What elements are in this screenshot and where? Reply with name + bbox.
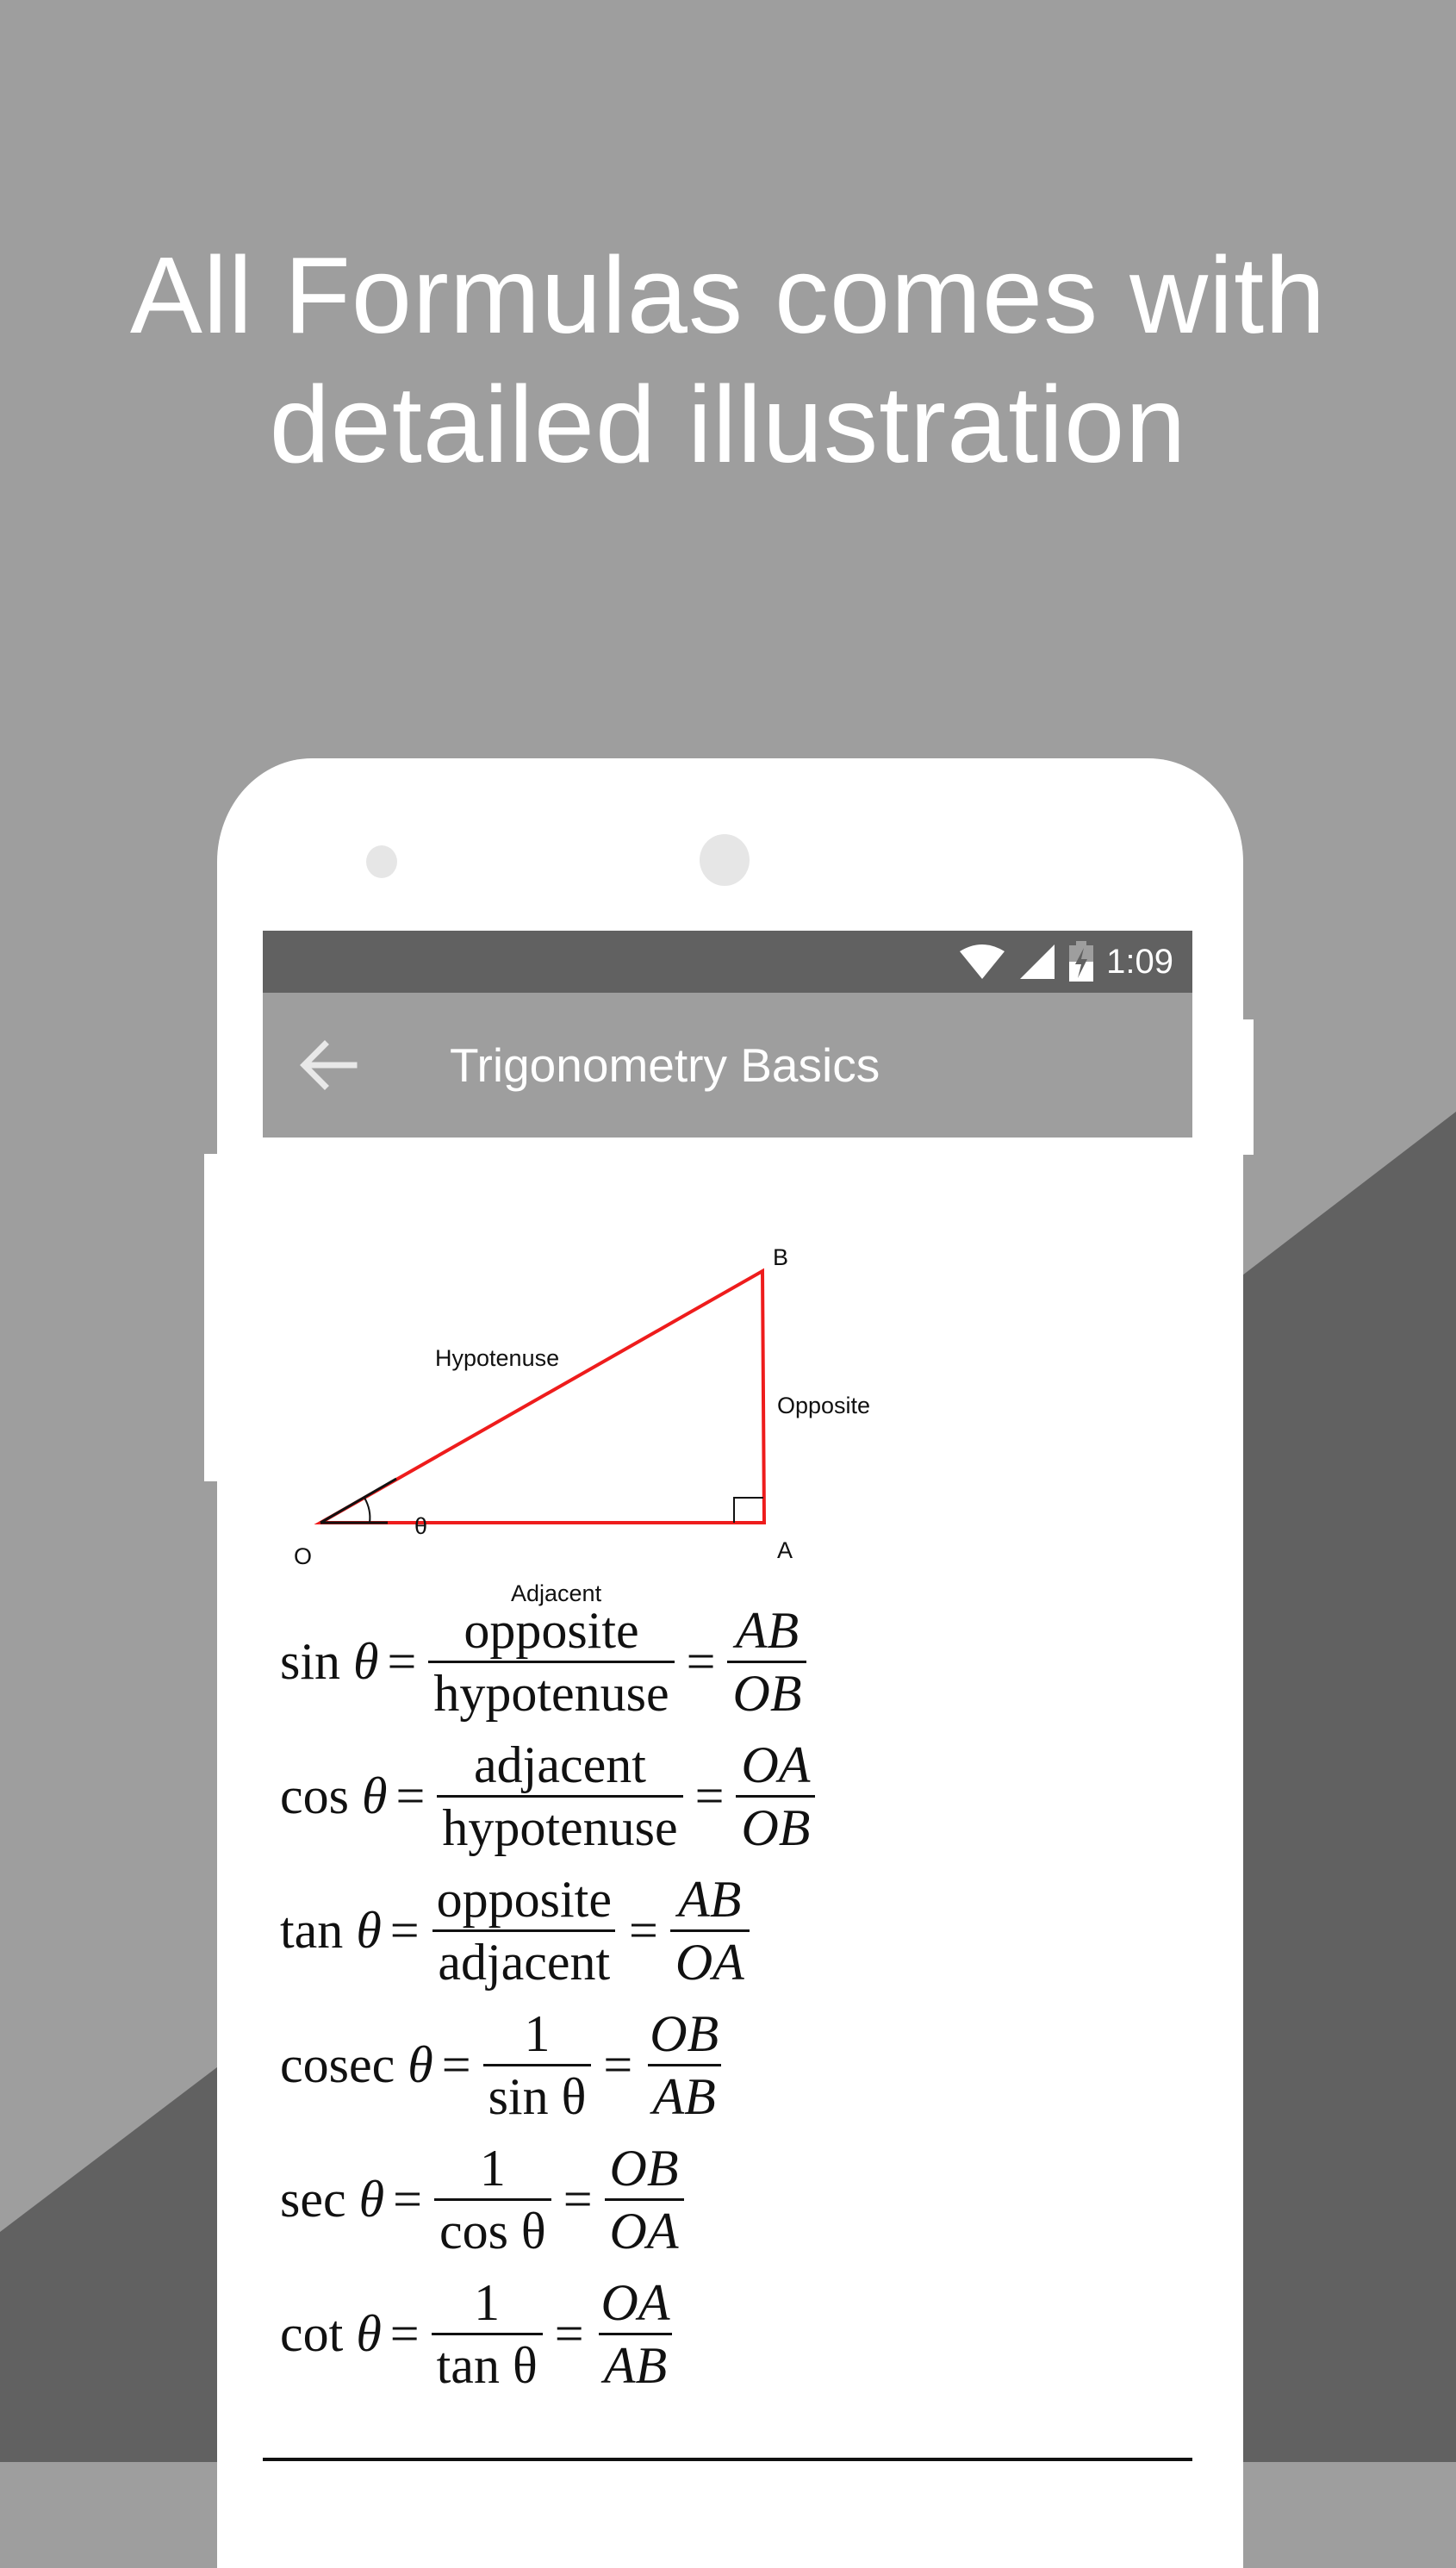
numerator: opposite <box>436 1870 612 1928</box>
back-button[interactable] <box>297 1034 359 1096</box>
formula-lhs: sec θ <box>280 2170 384 2229</box>
equals-sign: = <box>694 1767 725 1824</box>
promo-headline-line1: All Formulas comes with <box>129 234 1327 356</box>
fraction-words: adjacent hypotenuse <box>437 1735 683 1858</box>
label-theta: θ <box>414 1513 427 1539</box>
equals-sign: = <box>395 1767 426 1824</box>
bottom-divider <box>263 2458 1192 2461</box>
equals-sign: = <box>441 2035 471 2093</box>
fraction-segments: OB AB <box>644 2004 724 2127</box>
promo-headline: All Formulas comes with detailed illustr… <box>0 231 1456 489</box>
fraction-words: 1 sin θ <box>482 2004 592 2127</box>
numerator: adjacent <box>474 1736 646 1793</box>
right-angle-marker <box>733 1497 763 1523</box>
formula-cos: cos θ = adjacent hypotenuse = OA OB <box>280 1729 818 1863</box>
phone-screen: 1:09 Trigonometry Basics B A O Hypotenus… <box>263 931 1192 2462</box>
denominator: sin θ <box>482 2063 592 2127</box>
equals-sign: = <box>563 2170 593 2228</box>
fraction-words: 1 cos θ <box>433 2138 551 2261</box>
status-time: 1:09 <box>1106 942 1173 981</box>
formula-sin: sin θ = opposite hypotenuse = AB OB <box>280 1594 818 1729</box>
theta-symbol: θ <box>353 1632 379 1690</box>
equals-sign: = <box>393 2170 422 2228</box>
equals-sign: = <box>389 1901 420 1959</box>
fraction-segments: OB OA <box>604 2138 684 2261</box>
formula-list: sin θ = opposite hypotenuse = AB OB cos θ = adjac… <box>280 1594 818 2401</box>
vertex-label-b: B <box>773 1244 788 1270</box>
denominator: cos θ <box>433 2197 551 2261</box>
formula-lhs: cosec θ <box>280 2035 433 2095</box>
denominator: OA <box>669 1929 750 1992</box>
denominator: OA <box>604 2197 684 2261</box>
theta-symbol: θ <box>358 2170 385 2228</box>
numerator: opposite <box>464 1601 639 1659</box>
equals-sign: = <box>387 1632 417 1690</box>
formula-lhs: cos θ <box>280 1767 387 1826</box>
equals-sign: = <box>389 2304 420 2362</box>
function-name: cos <box>280 1767 349 1824</box>
function-name: sin <box>280 1632 341 1690</box>
fraction-segments: AB OB <box>727 1600 807 1723</box>
denominator: OB <box>727 1660 807 1723</box>
formula-cot: cot θ = 1 tan θ = OA AB <box>280 2266 818 2401</box>
equals-sign: = <box>554 2304 584 2362</box>
app-bar: Trigonometry Basics <box>263 993 1192 1138</box>
numerator: OB <box>650 2004 719 2062</box>
angle-arc <box>364 1497 371 1524</box>
denominator: OB <box>736 1794 816 1858</box>
label-opposite: Opposite <box>777 1393 870 1418</box>
fraction-segments: OA AB <box>596 2272 675 2396</box>
formula-lhs: cot θ <box>280 2304 382 2364</box>
vertex-label-o: O <box>294 1543 312 1569</box>
phone-sensor-dot <box>366 845 397 878</box>
denominator: tan θ <box>431 2332 543 2396</box>
function-name: tan <box>280 1901 344 1959</box>
numerator: AB <box>735 1601 800 1659</box>
formula-tan: tan θ = opposite adjacent = AB OA <box>280 1863 818 1998</box>
numerator: 1 <box>524 2004 551 2062</box>
function-name: cosec <box>280 2035 395 2093</box>
phone-camera-dot <box>700 834 750 886</box>
numerator: 1 <box>474 2273 501 2331</box>
fraction-words: opposite adjacent <box>432 1869 617 1992</box>
arrow-back-icon <box>300 1040 358 1090</box>
fraction-segments: OA OB <box>736 1735 816 1858</box>
equals-sign: = <box>603 2035 633 2093</box>
theta-symbol: θ <box>356 2304 382 2362</box>
equals-sign: = <box>628 1901 658 1959</box>
denominator: hypotenuse <box>437 1794 683 1858</box>
angle-ray-black-hyp <box>320 1477 397 1524</box>
fraction-words: 1 tan θ <box>431 2272 543 2396</box>
denominator: AB <box>598 2332 673 2396</box>
denominator: hypotenuse <box>428 1660 675 1723</box>
numerator: AB <box>678 1870 742 1928</box>
equals-sign: = <box>686 1632 716 1690</box>
numerator: OA <box>741 1736 811 1793</box>
fraction-segments: AB OA <box>669 1869 750 1992</box>
function-name: sec <box>280 2170 346 2228</box>
status-bar: 1:09 <box>263 931 1192 993</box>
app-title: Trigonometry Basics <box>450 1038 880 1092</box>
cell-signal-icon <box>1020 944 1055 979</box>
theta-symbol: θ <box>408 2035 433 2093</box>
label-hypotenuse: Hypotenuse <box>435 1345 559 1371</box>
formula-lhs: tan θ <box>280 1901 382 1960</box>
denominator: AB <box>647 2063 721 2127</box>
numerator: 1 <box>479 2139 506 2197</box>
formula-lhs: sin θ <box>280 1632 379 1692</box>
denominator: adjacent <box>432 1929 616 1992</box>
promo-headline-line2: detailed illustration <box>269 364 1187 485</box>
formula-sec: sec θ = 1 cos θ = OB OA <box>280 2132 818 2266</box>
theta-symbol: θ <box>356 1901 382 1959</box>
numerator: OA <box>600 2273 670 2331</box>
theta-symbol: θ <box>361 1767 388 1824</box>
vertex-label-a: A <box>777 1537 793 1563</box>
function-name: cot <box>280 2304 344 2362</box>
battery-charging-icon <box>1069 941 1094 982</box>
formula-cosec: cosec θ = 1 sin θ = OB AB <box>280 1998 818 2132</box>
fraction-words: opposite hypotenuse <box>428 1600 675 1723</box>
wifi-icon <box>960 944 1005 979</box>
numerator: OB <box>609 2139 679 2197</box>
right-triangle-diagram: B A O Hypotenuse Opposite Adjacent θ <box>294 1244 870 1606</box>
